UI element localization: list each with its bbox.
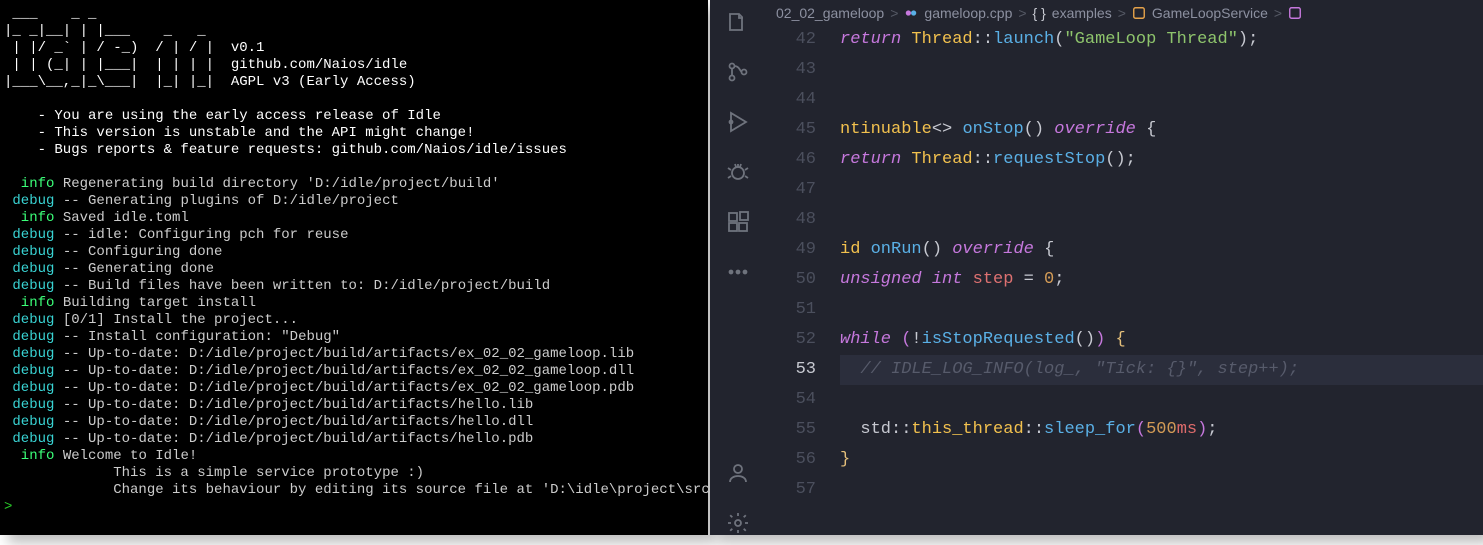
terminal-window[interactable]: ___ _ _ |_ _|__| | |___ _ _ | |/ _` | / … bbox=[0, 0, 708, 535]
namespace-icon: { } bbox=[1033, 5, 1046, 21]
line-number: 43 bbox=[766, 55, 816, 85]
breadcrumb-separator: > bbox=[1118, 5, 1126, 21]
source-control-icon[interactable] bbox=[726, 60, 750, 84]
line-number: 50 bbox=[766, 265, 816, 295]
line-number: 53 bbox=[766, 355, 816, 385]
line-number: 49 bbox=[766, 235, 816, 265]
cpp-file-icon bbox=[904, 6, 918, 20]
editor-main: 02_02_gameloop > gameloop.cpp > { } examples >… bbox=[766, 0, 1483, 535]
breadcrumb-item[interactable]: GameLoopService bbox=[1152, 5, 1268, 21]
line-number: 45 bbox=[766, 115, 816, 145]
activity-bar bbox=[710, 0, 766, 535]
line-number: 47 bbox=[766, 175, 816, 205]
breadcrumb-item[interactable]: gameloop.cpp bbox=[924, 5, 1012, 21]
explorer-icon[interactable] bbox=[726, 10, 750, 34]
account-icon[interactable] bbox=[726, 461, 750, 485]
class-icon bbox=[1132, 6, 1146, 20]
debug-icon[interactable] bbox=[726, 110, 750, 134]
line-number: 48 bbox=[766, 205, 816, 235]
line-number: 44 bbox=[766, 85, 816, 115]
extensions-icon[interactable] bbox=[726, 210, 750, 234]
breadcrumb-separator: > bbox=[1018, 5, 1026, 21]
line-number: 52 bbox=[766, 325, 816, 355]
breadcrumb-separator: > bbox=[1274, 5, 1282, 21]
breadcrumb-separator: > bbox=[890, 5, 898, 21]
line-number: 54 bbox=[766, 385, 816, 415]
line-number: 51 bbox=[766, 295, 816, 325]
method-icon bbox=[1288, 6, 1302, 20]
line-number: 55 bbox=[766, 415, 816, 445]
code-editor-window: 02_02_gameloop > gameloop.cpp > { } examples >… bbox=[710, 0, 1483, 535]
breadcrumb[interactable]: 02_02_gameloop > gameloop.cpp > { } examples >… bbox=[766, 0, 1483, 25]
line-number: 42 bbox=[766, 25, 816, 55]
bug-icon[interactable] bbox=[726, 160, 750, 184]
line-number: 46 bbox=[766, 145, 816, 175]
breadcrumb-item[interactable]: 02_02_gameloop bbox=[776, 5, 884, 21]
line-number: 57 bbox=[766, 475, 816, 505]
breadcrumb-item[interactable]: examples bbox=[1052, 5, 1112, 21]
line-number: 56 bbox=[766, 445, 816, 475]
code-area[interactable]: 42434445464748495051525354555657 return … bbox=[766, 25, 1483, 535]
more-icon[interactable] bbox=[726, 260, 750, 284]
code-content[interactable]: return Thread::launch("GameLoop Thread")… bbox=[840, 25, 1483, 535]
line-number-gutter: 42434445464748495051525354555657 bbox=[766, 25, 840, 535]
settings-gear-icon[interactable] bbox=[726, 511, 750, 535]
